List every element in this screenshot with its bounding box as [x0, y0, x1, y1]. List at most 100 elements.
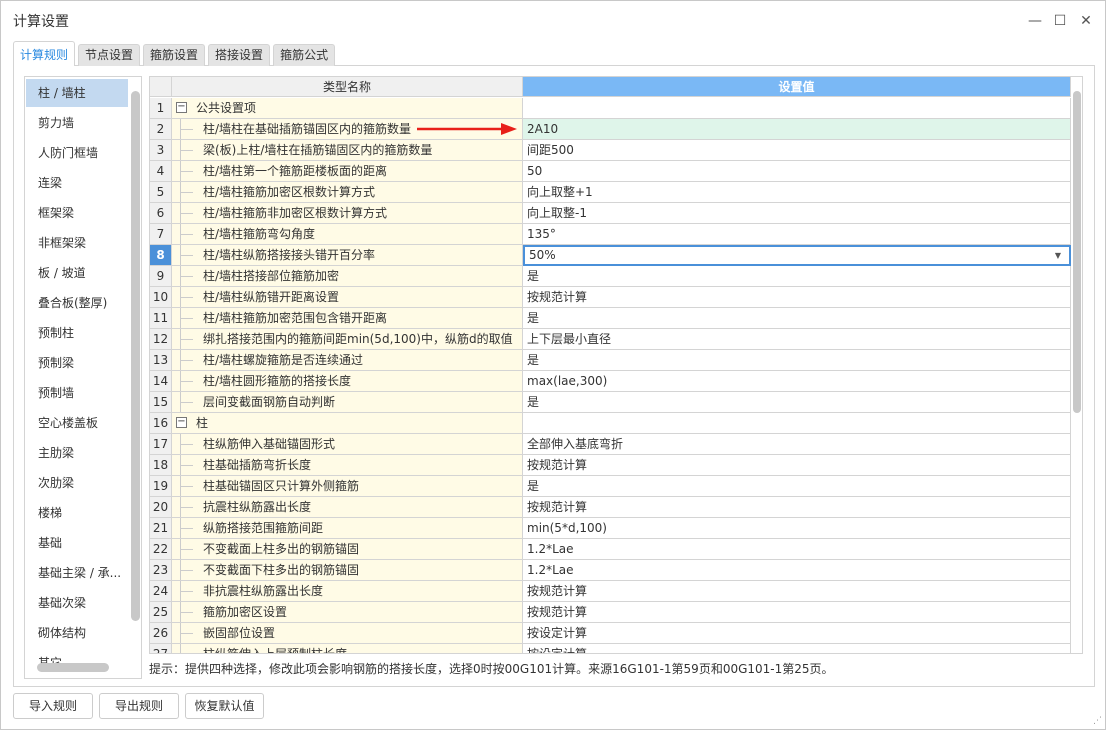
column-header-name[interactable]: 类型名称: [172, 77, 523, 97]
sidebar-item[interactable]: 次肋梁: [26, 469, 128, 497]
table-row[interactable]: 22 不变截面上柱多出的钢筋锚固 1.2*Lae: [150, 539, 1071, 560]
value-cell[interactable]: max(lae,300): [523, 371, 1071, 392]
value-cell[interactable]: 是: [523, 392, 1071, 413]
row-number: 23: [150, 560, 172, 581]
value-cell[interactable]: [523, 413, 1071, 434]
resize-grip-icon[interactable]: ⋰: [1093, 716, 1102, 726]
tab-3[interactable]: 搭接设置: [208, 44, 271, 66]
restore-defaults-button[interactable]: 恢复默认值: [185, 693, 264, 719]
row-number: 25: [150, 602, 172, 623]
sidebar-item[interactable]: 预制墙: [26, 379, 128, 407]
sidebar-item[interactable]: 基础主梁 / 承...: [26, 559, 128, 587]
setting-name: 柱/墙柱纵筋错开距离设置: [203, 290, 340, 304]
sidebar-item[interactable]: 板 / 坡道: [26, 259, 128, 287]
sidebar-horizontal-scrollbar[interactable]: [37, 663, 109, 672]
dropdown-arrow-icon[interactable]: ▼: [1055, 247, 1061, 264]
table-row[interactable]: 24 非抗震柱纵筋露出长度 按规范计算: [150, 581, 1071, 602]
table-row[interactable]: 7 柱/墙柱箍筋弯勾角度 135°: [150, 224, 1071, 245]
table-row[interactable]: 6 柱/墙柱箍筋非加密区根数计算方式 向上取整-1: [150, 203, 1071, 224]
sidebar-item[interactable]: 连梁: [26, 169, 128, 197]
table-row[interactable]: 10 柱/墙柱纵筋错开距离设置 按规范计算: [150, 287, 1071, 308]
value-cell[interactable]: 按规范计算: [523, 287, 1071, 308]
table-row[interactable]: 20 抗震柱纵筋露出长度 按规范计算: [150, 497, 1071, 518]
value-cell[interactable]: 1.2*Lae: [523, 539, 1071, 560]
table-row[interactable]: 1− 公共设置项: [150, 98, 1071, 119]
import-rules-button[interactable]: 导入规则: [13, 693, 93, 719]
value-cell[interactable]: 是: [523, 308, 1071, 329]
value-cell[interactable]: 向上取整+1: [523, 182, 1071, 203]
table-row[interactable]: 13 柱/墙柱螺旋箍筋是否连续通过 是: [150, 350, 1071, 371]
sidebar-item[interactable]: 基础次梁: [26, 589, 128, 617]
sidebar-item[interactable]: 楼梯: [26, 499, 128, 527]
table-row[interactable]: 26 嵌固部位设置 按设定计算: [150, 623, 1071, 644]
table-row[interactable]: 5 柱/墙柱箍筋加密区根数计算方式 向上取整+1: [150, 182, 1071, 203]
sidebar-item[interactable]: 框架梁: [26, 199, 128, 227]
tab-0[interactable]: 计算规则: [13, 41, 76, 66]
maximize-icon[interactable]: ☐: [1050, 11, 1070, 31]
value-cell[interactable]: 1.2*Lae: [523, 560, 1071, 581]
value-cell[interactable]: 50% ▼: [523, 245, 1071, 266]
value-cell[interactable]: 按设定计算: [523, 623, 1071, 644]
table-row[interactable]: 9 柱/墙柱搭接部位箍筋加密 是: [150, 266, 1071, 287]
value-cell[interactable]: 50: [523, 161, 1071, 182]
table-row[interactable]: 27 柱纵筋伸入上层预制柱长度 按设定计算: [150, 644, 1071, 653]
value-cell[interactable]: 按规范计算: [523, 602, 1071, 623]
value-cell[interactable]: 是: [523, 266, 1071, 287]
sidebar-item[interactable]: 剪力墙: [26, 109, 128, 137]
setting-value: 是: [527, 479, 540, 493]
table-row[interactable]: 11 柱/墙柱箍筋加密范围包含错开距离 是: [150, 308, 1071, 329]
grid-vertical-scrollbar[interactable]: [1073, 91, 1081, 413]
export-rules-button[interactable]: 导出规则: [99, 693, 179, 719]
sidebar-item[interactable]: 柱 / 墙柱: [26, 79, 128, 107]
value-cell[interactable]: 按设定计算: [523, 644, 1071, 653]
table-row[interactable]: 3 梁(板)上柱/墙柱在插筋锚固区内的箍筋数量 间距500: [150, 140, 1071, 161]
value-cell[interactable]: [523, 98, 1071, 119]
value-cell[interactable]: min(5*d,100): [523, 518, 1071, 539]
value-cell[interactable]: 按规范计算: [523, 455, 1071, 476]
table-row[interactable]: 19 柱基础锚固区只计算外侧箍筋 是: [150, 476, 1071, 497]
value-cell[interactable]: 全部伸入基底弯折: [523, 434, 1071, 455]
tab-4[interactable]: 箍筋公式: [273, 44, 336, 66]
table-row[interactable]: 15 层间变截面钢筋自动判断 是: [150, 392, 1071, 413]
tab-2[interactable]: 箍筋设置: [143, 44, 206, 66]
table-row[interactable]: 4 柱/墙柱第一个箍筋距楼板面的距离 50: [150, 161, 1071, 182]
sidebar-item[interactable]: 预制梁: [26, 349, 128, 377]
name-cell: 柱/墙柱第一个箍筋距楼板面的距离: [172, 161, 523, 182]
sidebar-item[interactable]: 非框架梁: [26, 229, 128, 257]
sidebar-item[interactable]: 基础: [26, 529, 128, 557]
table-row[interactable]: 17 柱纵筋伸入基础锚固形式 全部伸入基底弯折: [150, 434, 1071, 455]
value-cell[interactable]: 上下层最小直径: [523, 329, 1071, 350]
tree-line: [181, 381, 193, 382]
sidebar-item[interactable]: 空心楼盖板: [26, 409, 128, 437]
sidebar-item[interactable]: 叠合板(整厚): [26, 289, 128, 317]
value-cell[interactable]: 是: [523, 350, 1071, 371]
value-cell[interactable]: 间距500: [523, 140, 1071, 161]
value-cell[interactable]: 按规范计算: [523, 581, 1071, 602]
value-cell[interactable]: 向上取整-1: [523, 203, 1071, 224]
value-cell[interactable]: 135°: [523, 224, 1071, 245]
collapse-icon[interactable]: −: [176, 417, 187, 428]
table-row[interactable]: 23 不变截面下柱多出的钢筋锚固 1.2*Lae: [150, 560, 1071, 581]
setting-name: 柱/墙柱箍筋弯勾角度: [203, 227, 316, 241]
minimize-icon[interactable]: —: [1025, 11, 1045, 31]
value-cell[interactable]: 按规范计算: [523, 497, 1071, 518]
sidebar-item[interactable]: 砌体结构: [26, 619, 128, 647]
table-row[interactable]: 25 箍筋加密区设置 按规范计算: [150, 602, 1071, 623]
sidebar-item[interactable]: 人防门框墙: [26, 139, 128, 167]
sidebar-vertical-scrollbar[interactable]: [131, 91, 140, 621]
sidebar-item[interactable]: 预制柱: [26, 319, 128, 347]
column-header-value[interactable]: 设置值: [523, 77, 1071, 97]
collapse-icon[interactable]: −: [176, 102, 187, 113]
table-row[interactable]: 8 柱/墙柱纵筋搭接接头错开百分率 50% ▼: [150, 245, 1071, 266]
table-row[interactable]: 16− 柱: [150, 413, 1071, 434]
sidebar-item[interactable]: 主肋梁: [26, 439, 128, 467]
value-cell[interactable]: 是: [523, 476, 1071, 497]
tab-1[interactable]: 节点设置: [78, 44, 141, 66]
table-row[interactable]: 14 柱/墙柱圆形箍筋的搭接长度 max(lae,300): [150, 371, 1071, 392]
table-row[interactable]: 2 柱/墙柱在基础插筋锚固区内的箍筋数量 2A10: [150, 119, 1071, 140]
value-cell[interactable]: 2A10: [523, 119, 1071, 140]
table-row[interactable]: 21 纵筋搭接范围箍筋间距 min(5*d,100): [150, 518, 1071, 539]
table-row[interactable]: 18 柱基础插筋弯折长度 按规范计算: [150, 455, 1071, 476]
table-row[interactable]: 12 绑扎搭接范围内的箍筋间距min(5d,100)中，纵筋d的取值 上下层最小直径: [150, 329, 1071, 350]
close-icon[interactable]: ✕: [1076, 11, 1096, 31]
